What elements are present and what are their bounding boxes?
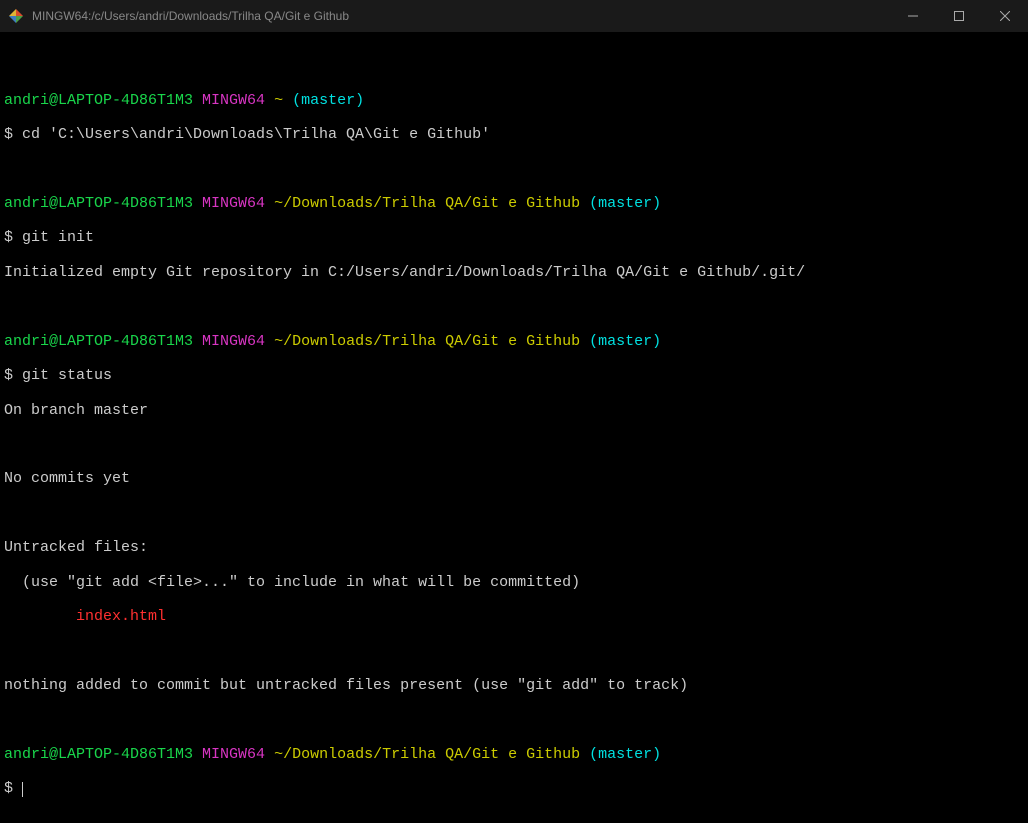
output-line: nothing added to commit but untracked fi… [4, 677, 1024, 694]
output-line: (use "git add <file>..." to include in w… [4, 574, 1024, 591]
window-titlebar: MINGW64:/c/Users/andri/Downloads/Trilha … [0, 0, 1028, 32]
prompt-path: ~ [274, 92, 283, 109]
prompt-branch: (master) [589, 746, 661, 763]
output-line: No commits yet [4, 470, 1024, 487]
maximize-button[interactable] [936, 0, 982, 32]
command-line: $ cd 'C:\Users\andri\Downloads\Trilha QA… [4, 126, 1024, 143]
command-line: $ git status [4, 367, 1024, 384]
untracked-file: index.html [76, 608, 166, 625]
terminal-content[interactable]: andri@LAPTOP-4D86T1M3 MINGW64 ~ (master)… [0, 32, 1028, 823]
blank-line [4, 161, 1024, 178]
window-title: MINGW64:/c/Users/andri/Downloads/Trilha … [32, 9, 349, 23]
close-button[interactable] [982, 0, 1028, 32]
prompt-path: ~/Downloads/Trilha QA/Git e Github [274, 746, 580, 763]
prompt-env: MINGW64 [202, 333, 265, 350]
window-controls [890, 0, 1028, 32]
prompt-line: andri@LAPTOP-4D86T1M3 MINGW64 ~/Download… [4, 333, 1024, 350]
prompt-path: ~/Downloads/Trilha QA/Git e Github [274, 195, 580, 212]
prompt-line: andri@LAPTOP-4D86T1M3 MINGW64 ~/Download… [4, 746, 1024, 763]
prompt-line: andri@LAPTOP-4D86T1M3 MINGW64 ~ (master) [4, 92, 1024, 109]
prompt-path: ~/Downloads/Trilha QA/Git e Github [274, 333, 580, 350]
minimize-button[interactable] [890, 0, 936, 32]
prompt-user: andri@LAPTOP-4D86T1M3 [4, 746, 193, 763]
blank-line [4, 298, 1024, 315]
prompt-env: MINGW64 [202, 746, 265, 763]
output-line: Initialized empty Git repository in C:/U… [4, 264, 1024, 281]
command-input-line[interactable]: $ [4, 780, 1024, 797]
output-line: On branch master [4, 402, 1024, 419]
git-bash-icon [8, 8, 24, 24]
prompt-user: andri@LAPTOP-4D86T1M3 [4, 195, 193, 212]
output-line: index.html [4, 608, 1024, 625]
prompt-branch: (master) [589, 195, 661, 212]
output-line: Untracked files: [4, 539, 1024, 556]
prompt-user: andri@LAPTOP-4D86T1M3 [4, 92, 193, 109]
command-line: $ git init [4, 229, 1024, 246]
blank-line [4, 643, 1024, 660]
blank-line [4, 436, 1024, 453]
blank-line [4, 711, 1024, 728]
prompt-user: andri@LAPTOP-4D86T1M3 [4, 333, 193, 350]
prompt-branch: (master) [292, 92, 364, 109]
prompt-line: andri@LAPTOP-4D86T1M3 MINGW64 ~/Download… [4, 195, 1024, 212]
prompt-env: MINGW64 [202, 92, 265, 109]
blank-line [4, 57, 1024, 74]
prompt-branch: (master) [589, 333, 661, 350]
indent [4, 608, 76, 625]
prompt-symbol: $ [4, 780, 13, 797]
prompt-env: MINGW64 [202, 195, 265, 212]
cursor-icon [22, 782, 23, 797]
blank-line [4, 505, 1024, 522]
